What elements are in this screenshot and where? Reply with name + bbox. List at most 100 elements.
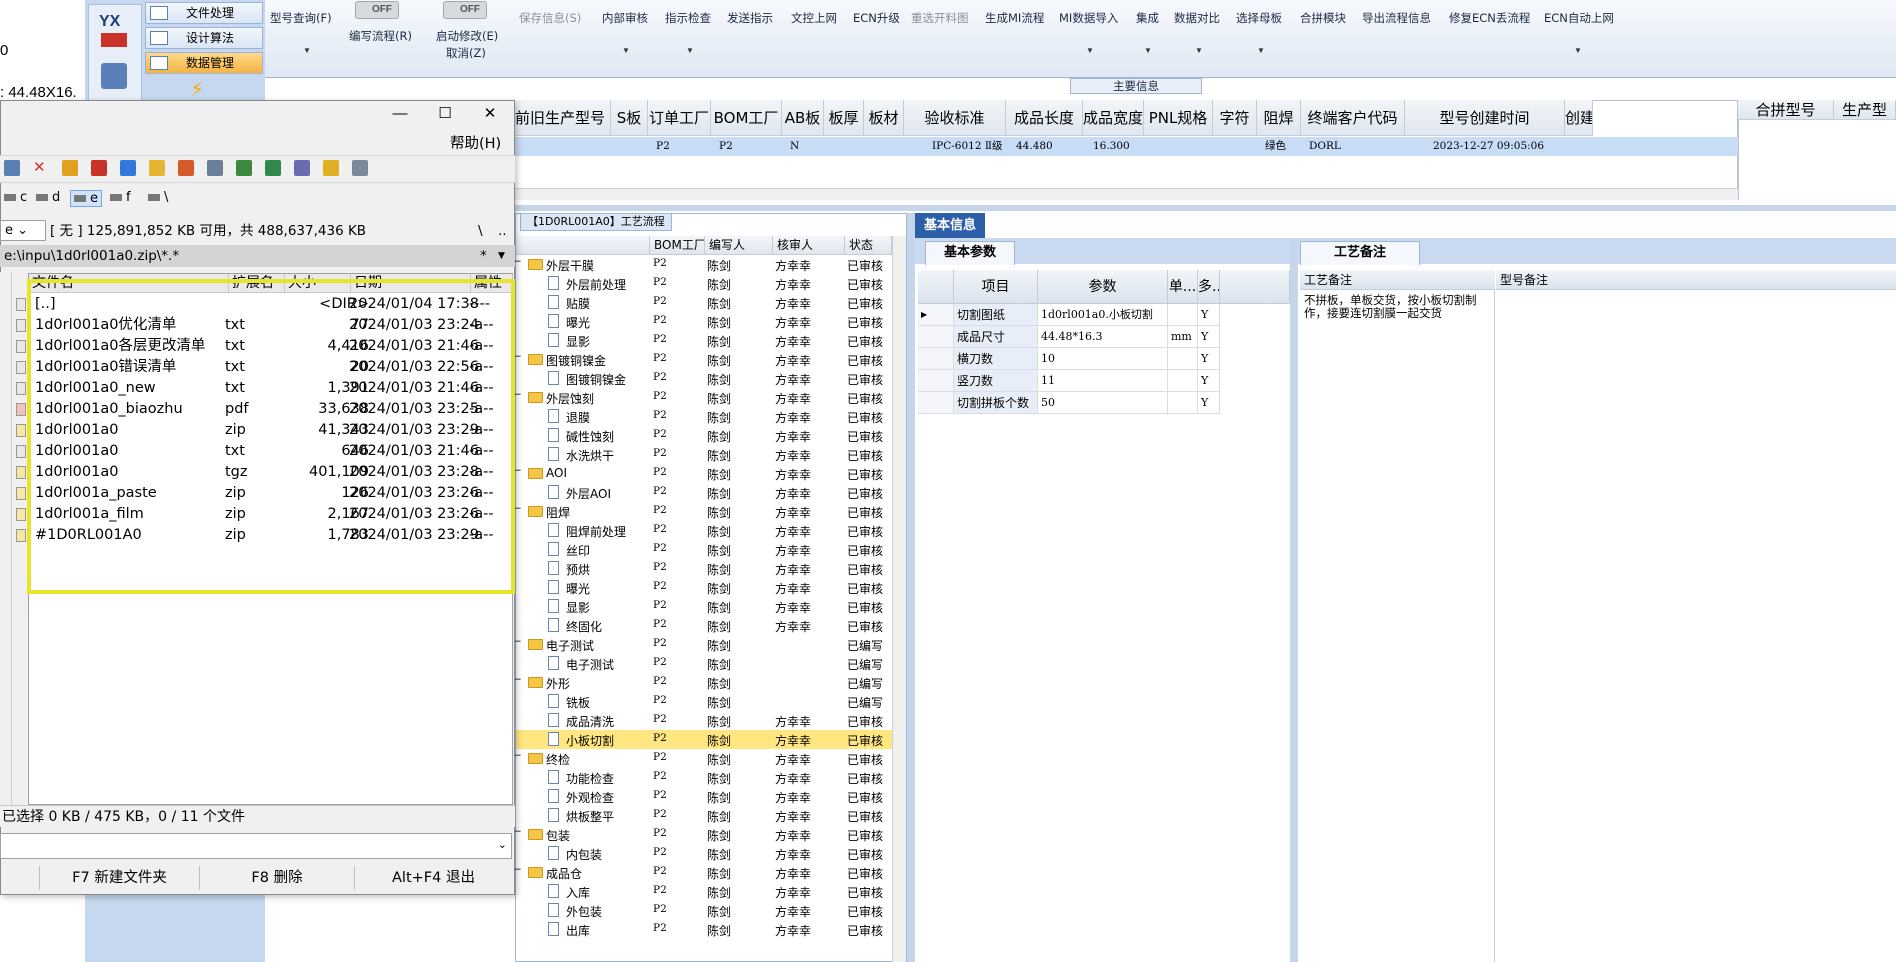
delete-icon[interactable]: ✕ (33, 160, 49, 176)
file-column-header[interactable]: 扩展名 (229, 274, 285, 293)
tree-column-header[interactable]: 核审人 (773, 236, 845, 255)
ribbon-button-data-compare[interactable]: 数据对比 (1174, 10, 1220, 26)
param-cell[interactable]: 横刀数 (954, 348, 1038, 370)
drive-button-e[interactable]: e (70, 190, 102, 207)
left-panel-scrollbar[interactable] (0, 272, 12, 806)
row-indicator[interactable] (918, 326, 954, 348)
tree-item-row[interactable]: 出库 P2 陈剑 方幸幸 已审核 (516, 920, 892, 939)
param-column-header[interactable]: 多... (1198, 270, 1220, 304)
param-cell[interactable] (1168, 304, 1198, 326)
image-icon[interactable] (294, 160, 310, 176)
file-column-header[interactable]: 属性 (471, 274, 513, 293)
column-header[interactable]: AB板 (782, 100, 824, 136)
collapse-toggle-icon[interactable]: − (514, 637, 522, 647)
tree-folder-row[interactable]: − 外层干膜 P2 陈剑 方幸幸 已审核 (514, 255, 892, 274)
column-header[interactable]: 板厚 (824, 100, 864, 136)
tree-column-header[interactable] (516, 236, 650, 255)
file-column-header[interactable]: 日期 (351, 274, 471, 293)
remark-box[interactable] (1300, 290, 1495, 962)
tree-item-row[interactable]: 水洗烘干 P2 陈剑 方幸幸 已审核 (516, 445, 892, 464)
param-cell[interactable] (1168, 348, 1198, 370)
file-row[interactable]: 1d0rl001a0_biaozhu pdf 33,638 2024/01/03 23… (16, 399, 499, 420)
param-cell[interactable]: Y (1198, 304, 1220, 326)
tree-folder-row[interactable]: − 包装 P2 陈剑 方幸幸 已审核 (514, 825, 892, 844)
font-icon[interactable] (149, 160, 165, 176)
shield-icon[interactable] (323, 160, 339, 176)
collapse-toggle-icon[interactable]: − (514, 257, 522, 267)
tree-item-row[interactable]: 显影 P2 陈剑 方幸幸 已审核 (516, 597, 892, 616)
ribbon-button-save-info[interactable]: 保存信息(S) (519, 10, 581, 26)
ribbon-button-ecn-upgrade[interactable]: ECN升级 (853, 10, 900, 26)
param-cell[interactable]: 1d0rl001a0.小板切割 (1038, 304, 1168, 326)
file-row[interactable]: #1D0RL001A0 zip 1,783 2024/01/03 23:29 -a-- (16, 525, 499, 546)
chevron-down-icon[interactable]: ▼ (1574, 46, 1582, 55)
tree-folder-row[interactable]: − 图镀铜镍金 P2 陈剑 方幸幸 已审核 (514, 350, 892, 369)
column-header[interactable]: 生产型 (1834, 100, 1896, 120)
tree-item-row[interactable]: 丝印 P2 陈剑 方幸幸 已审核 (516, 540, 892, 559)
drive-button-root[interactable]: \ (148, 190, 168, 205)
param-cell[interactable]: Y (1198, 326, 1220, 348)
tree-item-row[interactable]: 小板切割 P2 陈剑 方幸幸 已审核 (516, 730, 892, 749)
file-row[interactable]: 1d0rl001a0 zip 41,343 2024/01/03 23:29 -a-- (16, 420, 499, 441)
param-cell[interactable] (1168, 370, 1198, 392)
ribbon-button-ecn-auto-online[interactable]: ECN自动上网 (1544, 10, 1614, 26)
tree-item-row[interactable]: 终固化 P2 陈剑 方幸幸 已审核 (516, 616, 892, 635)
tree-folder-row[interactable]: − AOI P2 陈剑 方幸幸 已审核 (514, 464, 892, 483)
tree-item-row[interactable]: 退膜 P2 陈剑 方幸幸 已审核 (516, 407, 892, 426)
tree-column-header[interactable]: 状态 (845, 236, 892, 255)
ribbon-button-integrate[interactable]: 集成 (1136, 10, 1159, 26)
chevron-down-icon[interactable]: ▼ (686, 46, 694, 55)
ribbon-button-mi-import[interactable]: MI数据导入 (1059, 10, 1118, 26)
param-cell[interactable]: 11 (1038, 370, 1168, 392)
pdf-icon[interactable] (91, 160, 107, 176)
history-button[interactable]: * (480, 245, 487, 267)
collapse-toggle-icon[interactable]: − (514, 466, 522, 476)
tree-column-header[interactable]: 编写人 (705, 236, 773, 255)
ribbon-button-start-modify[interactable]: 启动修改(E) (436, 28, 498, 44)
tree-item-row[interactable]: 显影 P2 陈剑 方幸幸 已审核 (516, 331, 892, 350)
chevron-down-icon[interactable]: ▼ (1144, 46, 1152, 55)
collapse-toggle-icon[interactable]: − (514, 675, 522, 685)
collapse-toggle-icon[interactable]: − (514, 865, 522, 875)
column-header[interactable]: 型号创建时间 (1405, 100, 1565, 136)
settings-icon[interactable] (4, 160, 20, 176)
column-header[interactable]: 验收标准 (904, 100, 1006, 136)
ribbon-button-doc-online[interactable]: 文控上网 (791, 10, 837, 26)
ribbon-button-reselect-cutting[interactable]: 重选开料图 (911, 10, 969, 26)
window-icon[interactable] (352, 160, 368, 176)
param-cell[interactable]: Y (1198, 348, 1220, 370)
tree-item-row[interactable]: 入库 P2 陈剑 方幸幸 已审核 (516, 882, 892, 901)
minimize-button[interactable]: — (385, 104, 415, 124)
ribbon-button-export-flow[interactable]: 导出流程信息 (1362, 10, 1431, 26)
ribbon-button-generate-mi[interactable]: 生成MI流程 (985, 10, 1044, 26)
tree-item-row[interactable]: 曝光 P2 陈剑 方幸幸 已审核 (516, 312, 892, 331)
command-line-input[interactable]: ⌄ (0, 833, 512, 859)
tree-item-row[interactable]: 外观检查 P2 陈剑 方幸幸 已审核 (516, 787, 892, 806)
column-header[interactable]: 字符 (1213, 100, 1257, 136)
calculator-icon[interactable] (101, 63, 127, 89)
tree-folder-row[interactable]: − 阻焊 P2 陈剑 方幸幸 已审核 (514, 502, 892, 521)
column-header[interactable]: 创建 (1565, 100, 1593, 136)
param-cell[interactable]: 成品尺寸 (954, 326, 1038, 348)
chevron-down-icon[interactable]: ▼ (1195, 46, 1203, 55)
splitter[interactable] (1290, 240, 1298, 962)
drive-button-f[interactable]: f (110, 190, 131, 205)
file-row[interactable]: 1d0rl001a0各层更改清单 txt 4,416 2024/01/03 21:46… (16, 336, 499, 357)
maximize-button[interactable]: ☐ (430, 104, 460, 124)
column-header[interactable]: 阻焊 (1257, 100, 1301, 136)
drive-button-d[interactable]: d (36, 190, 60, 205)
column-header[interactable]: 成品长度 (1006, 100, 1083, 136)
ribbon-button-model-query[interactable]: 型号查询(F) (270, 10, 332, 26)
tree-item-row[interactable]: 电子测试 P2 陈剑 已编写 (516, 654, 892, 673)
column-header[interactable]: PNL规格 (1144, 100, 1213, 136)
tree-item-row[interactable]: 外包装 P2 陈剑 方幸幸 已审核 (516, 901, 892, 920)
param-cell[interactable]: 竖刀数 (954, 370, 1038, 392)
tree-folder-row[interactable]: − 成品仓 P2 陈剑 方幸幸 已审核 (514, 863, 892, 882)
chevron-down-icon[interactable]: ▼ (622, 46, 630, 55)
nav-item-design-algorithm[interactable]: 设计算法 (145, 27, 263, 49)
ribbon-button-select-mother[interactable]: 选择母板 (1236, 10, 1282, 26)
param-cell[interactable]: 10 (1038, 348, 1168, 370)
tree-item-row[interactable]: 内包装 P2 陈剑 方幸幸 已审核 (516, 844, 892, 863)
f7-new-folder-button[interactable]: F7 新建文件夹 (40, 866, 200, 890)
alt-f4-exit-button[interactable]: Alt+F4 退出 (355, 866, 512, 890)
